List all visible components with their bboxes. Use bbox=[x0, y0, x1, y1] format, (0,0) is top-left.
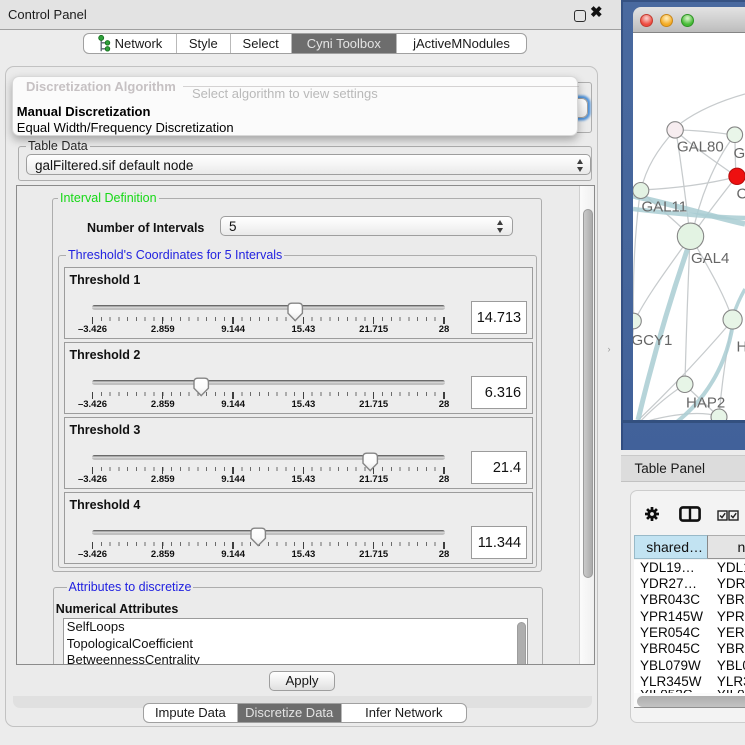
svg-text:GAL80: GAL80 bbox=[677, 139, 724, 156]
svg-text:GAL: GAL bbox=[734, 145, 745, 162]
svg-text:GCY1: GCY1 bbox=[633, 332, 672, 349]
svg-text:HA: HA bbox=[737, 339, 745, 356]
svg-text:HAP2: HAP2 bbox=[686, 395, 725, 412]
svg-text:GAL4: GAL4 bbox=[691, 250, 729, 267]
svg-text:CA: CA bbox=[737, 186, 745, 203]
svg-text:GAL11: GAL11 bbox=[642, 199, 688, 216]
